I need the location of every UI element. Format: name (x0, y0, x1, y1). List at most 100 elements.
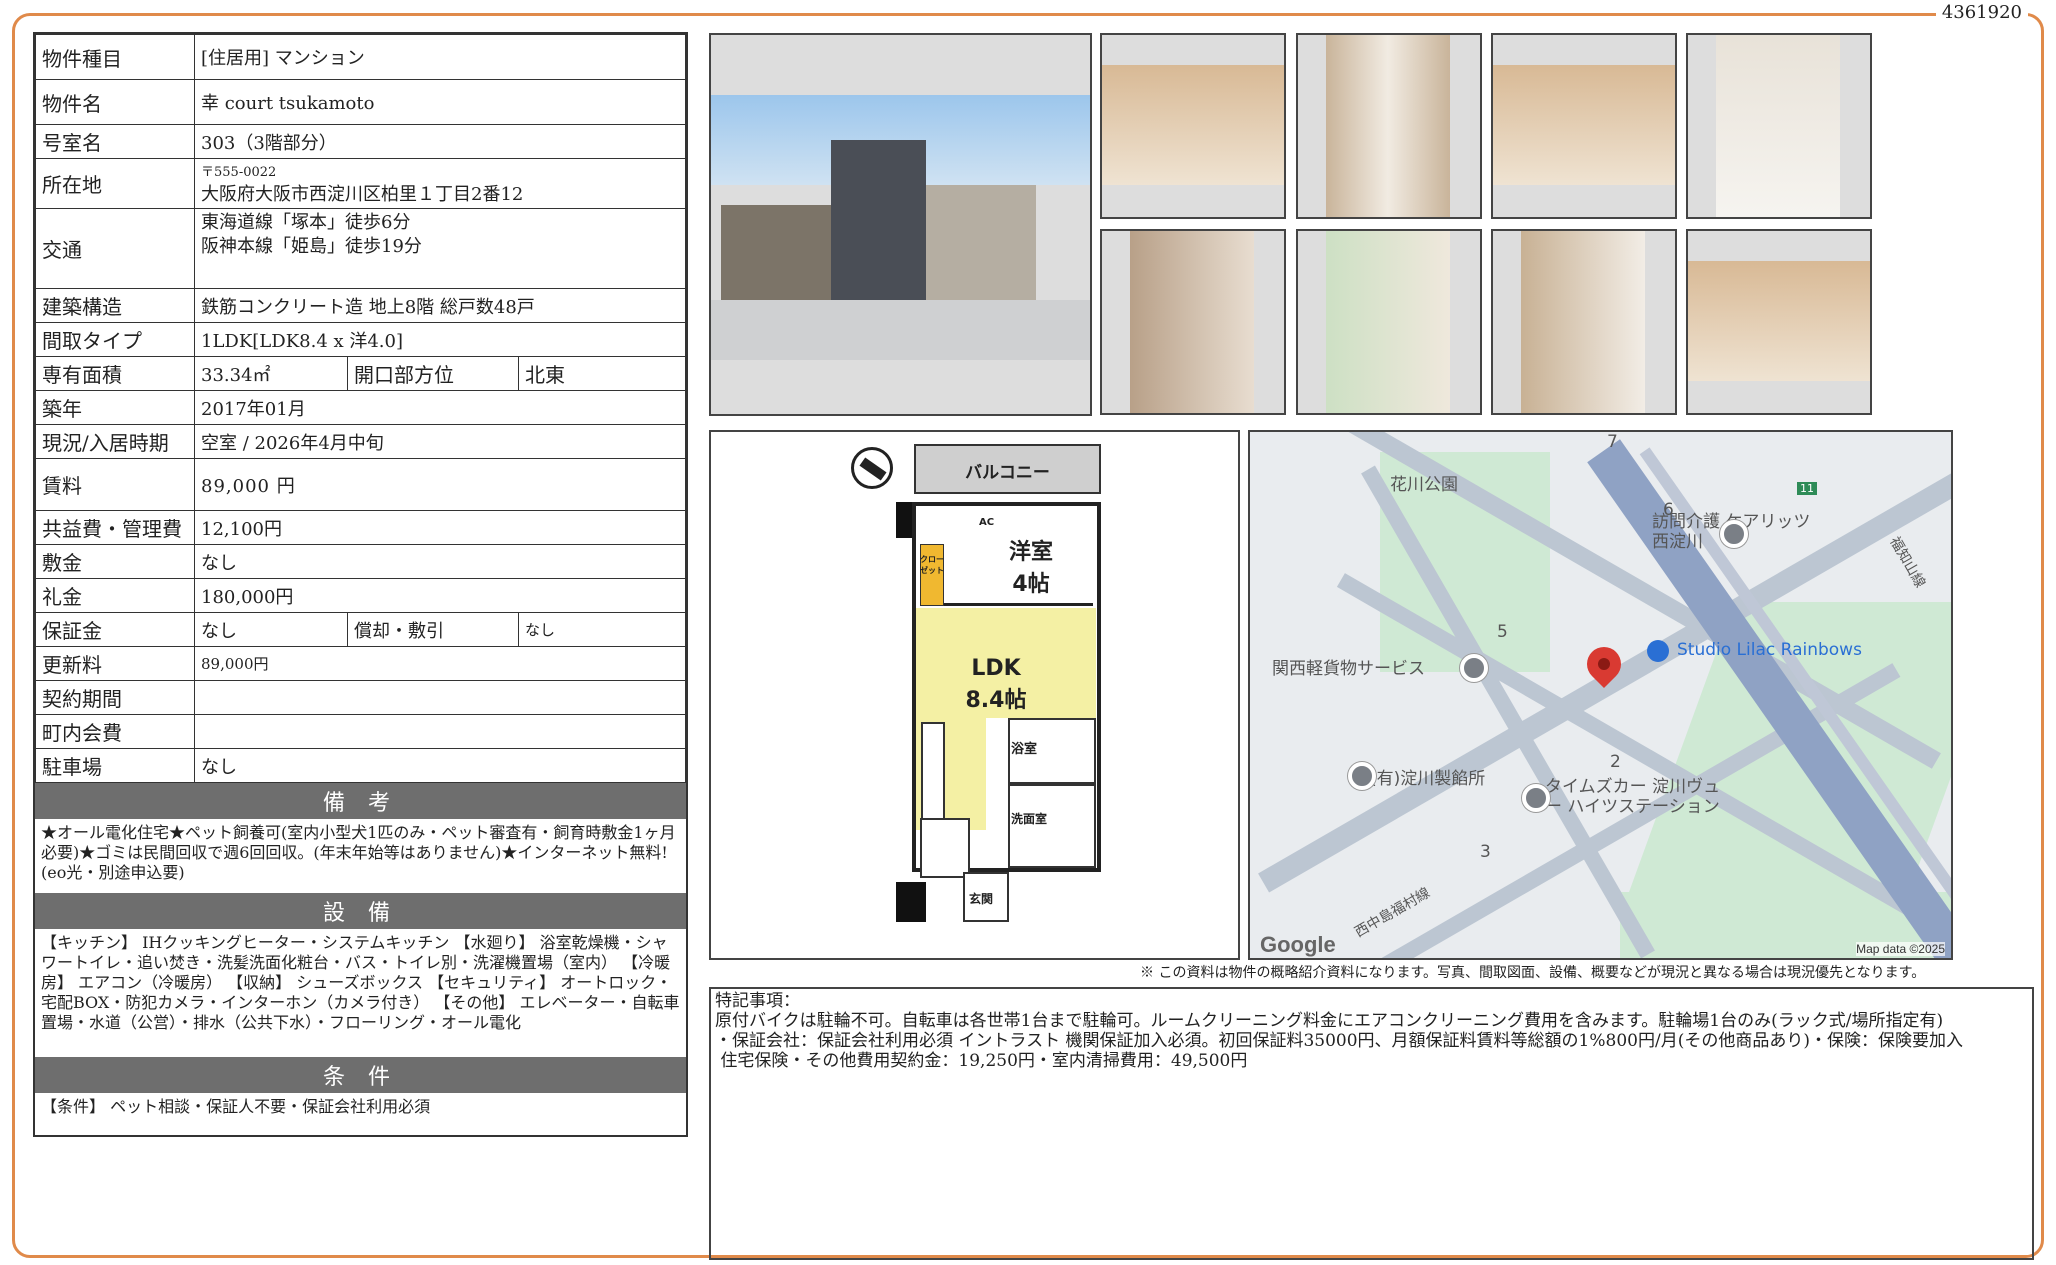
remarks-section-text: ★オール電化住宅★ペット飼養可(室内小型犬1匹のみ・ペット審査有・飼育時敷金1ヶ… (41, 823, 676, 882)
map-label-factory: (有)淀川製餡所 (1370, 769, 1486, 789)
location-map[interactable]: 花川公園 訪問介護 ケアリッツ西淀川 Studio Lilac Rainbows… (1248, 430, 1953, 960)
conditions-section-title: 条 件 (35, 1057, 686, 1093)
town-fee-label: 町内会費 (35, 714, 195, 749)
status-label: 現況/入居時期 (35, 424, 195, 459)
access-line-2: 阪神本線「姫島」徒歩19分 (201, 236, 422, 257)
built-value: 2017年01月 (194, 390, 686, 425)
factory-pin-icon[interactable] (1348, 762, 1376, 790)
guarantee-value: なし (194, 612, 348, 647)
balcony-label: バルコニー (965, 463, 1050, 483)
town-fee-value (194, 714, 686, 749)
equipment-section-text: 【キッチン】 IHクッキングヒーター・システムキッチン 【水廻り】 浴室乾燥機・… (41, 933, 680, 1032)
deposit-value: なし (194, 544, 686, 579)
studio-pin-icon[interactable] (1647, 640, 1669, 662)
special-remarks: 特記事項： 原付バイクは駐輪不可。自転車は各世帯1台まで駐輪可。ルームクリーニン… (709, 987, 2034, 1260)
name-value: 幸 court tsukamoto (194, 79, 686, 125)
structure-value: 鉄筋コンクリート造 地上8階 総戸数48戸 (194, 288, 686, 323)
address-zip: 〒555-0022 (201, 165, 277, 180)
rent-label: 賃料 (35, 458, 195, 511)
block-number-3: 3 (1480, 842, 1491, 862)
ldk-size: 8.4帖 (965, 688, 1027, 713)
area-value: 33.34㎡ (194, 356, 348, 391)
guarantee-label: 保証金 (35, 612, 195, 647)
times-pin-icon[interactable] (1522, 784, 1550, 812)
remarks-section-title: 備 考 (35, 783, 686, 819)
cargo-pin-icon[interactable] (1460, 654, 1488, 682)
remarks-title: 特記事項： (715, 991, 800, 1011)
map-label-park: 花川公園 (1390, 475, 1458, 495)
contract-label: 契約期間 (35, 680, 195, 715)
exterior-photo[interactable] (709, 33, 1092, 416)
floor-plan[interactable]: バルコニー AC 洋室 4帖 クロー ゼット LDK 8.4帖 浴室 洗面室 玄… (709, 430, 1240, 960)
block-number-6: 6 (1663, 500, 1674, 520)
map-label-road: 西中島福村線 (1352, 884, 1433, 941)
area-label: 専有面積 (35, 356, 195, 391)
address-value: 大阪府大阪市西淀川区柏里１丁目2番12 (201, 184, 524, 205)
map-label-cargo: 関西軽貨物サービス (1272, 659, 1425, 679)
parking-value: なし (194, 748, 686, 783)
disclaimer-note: ※ この資料は物件の概略紹介資料になります。写真、間取図面、設備、概要などが現況… (1140, 965, 1926, 981)
toilet-photo[interactable] (1296, 229, 1482, 415)
route-badge: 11 (1797, 482, 1817, 495)
western-room-size: 4帖 (1012, 572, 1050, 597)
washroom-label: 洗面室 (1011, 812, 1048, 826)
key-money-value: 180,000円 (194, 578, 686, 613)
type-label: 物件種目 (35, 34, 195, 80)
layout-value: 1LDK[LDK8.4 x 洋4.0] (194, 322, 686, 357)
address-label: 所在地 (35, 158, 195, 209)
access-line-1: 東海道線「塚本」徒歩6分 (201, 212, 411, 233)
block-number-5: 5 (1497, 622, 1508, 642)
bathroom-photo[interactable] (1100, 229, 1286, 415)
key-money-label: 礼金 (35, 578, 195, 613)
map-label-studio: Studio Lilac Rainbows (1677, 640, 1862, 660)
spec-table: 物件種目 [住居用] マンション 物件名幸 court tsukamoto 号室名… (33, 32, 688, 1137)
remarks-line-2: ・保証会社：保証会社利用必須 イントラスト 機関保証加入必須。初回保証料3500… (715, 1031, 1963, 1051)
renewal-label: 更新料 (35, 646, 195, 681)
ldk-label: LDK (971, 656, 1021, 681)
type-value: [住居用] マンション (194, 34, 686, 80)
hallway-photo[interactable] (1296, 33, 1482, 219)
room-value: 303（3階部分） (194, 124, 686, 159)
ac-label: AC (979, 517, 995, 528)
parking-label: 駐車場 (35, 748, 195, 783)
conditions-section-text: 【条件】 ペット相談・保証人不要・保証会社利用必須 (41, 1097, 431, 1116)
rent-value: 89,000 円 (194, 458, 686, 511)
document-id: 4361920 (1935, 2, 2028, 23)
structure-label: 建築構造 (35, 288, 195, 323)
compass-icon (851, 447, 893, 489)
map-label-times: タイムズカー 淀川ヴュー ハイツステーション (1545, 777, 1721, 817)
direction-label: 開口部方位 (347, 356, 519, 391)
western-room-label: 洋室 (1008, 540, 1053, 565)
equipment-section-title: 設 備 (35, 893, 686, 929)
block-number-7: 7 (1607, 432, 1618, 452)
kitchen-photo[interactable] (1686, 33, 1872, 219)
access-label: 交通 (35, 208, 195, 289)
contract-value (194, 680, 686, 715)
remarks-line-3: 住宅保険・その他費用契約金：19,250円・室内清掃費用：49,500円 (715, 1051, 1248, 1071)
map-label-line: 福知山線 (1886, 534, 1929, 591)
layout-label: 間取タイプ (35, 322, 195, 357)
room-photo-3[interactable] (1686, 229, 1872, 415)
room-photo-2[interactable] (1491, 33, 1677, 219)
map-attribution: Map data ©2025 (1856, 942, 1945, 956)
renewal-value: 89,000円 (194, 646, 686, 681)
name-label: 物件名 (35, 79, 195, 125)
amortization-value: なし (518, 612, 686, 647)
washroom-photo[interactable] (1491, 229, 1677, 415)
status-value: 空室 / 2026年4月中旬 (194, 424, 686, 459)
built-label: 築年 (35, 390, 195, 425)
care-pin-icon[interactable] (1720, 520, 1748, 548)
block-number-2: 2 (1610, 752, 1621, 772)
remarks-line-1: 原付バイクは駐輪不可。自転車は各世帯1台まで駐輪可。ルームクリーニング料金にエア… (715, 1011, 1944, 1031)
closet-label: クロー ゼット (920, 555, 944, 575)
entrance-label: 玄関 (969, 892, 994, 906)
bath-label: 浴室 (1011, 742, 1038, 757)
room-photo-1[interactable] (1100, 33, 1286, 219)
google-logo: Google (1260, 932, 1336, 957)
room-label: 号室名 (35, 124, 195, 159)
amortization-label: 償却・敷引 (347, 612, 519, 647)
direction-value: 北東 (518, 356, 686, 391)
fee-label: 共益費・管理費 (35, 510, 195, 545)
deposit-label: 敷金 (35, 544, 195, 579)
fee-value: 12,100円 (194, 510, 686, 545)
